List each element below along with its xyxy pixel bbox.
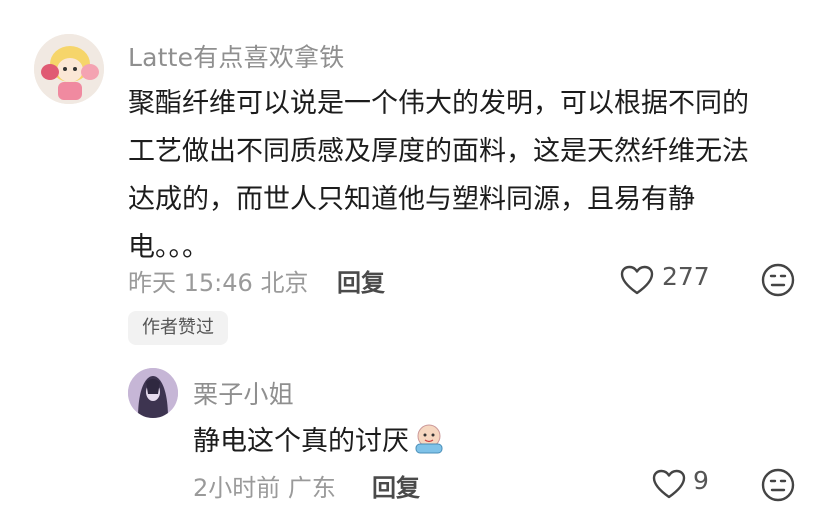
reply-reply-button[interactable]: 回复 — [372, 468, 420, 503]
reply-meta: 2小时前 广东 — [193, 468, 336, 503]
reply-location: 广东 — [287, 474, 336, 502]
author-liked-badge: 作者赞过 — [128, 311, 228, 345]
reply-text: 静电这个真的讨厌 — [193, 426, 409, 457]
neutral-face-icon[interactable] — [760, 262, 796, 298]
reply-avatar[interactable] — [128, 368, 178, 418]
comment-meta: 昨天 15:46 北京 — [128, 263, 308, 298]
reply-avatar-image — [128, 368, 178, 418]
comment-username[interactable]: Latte有点喜欢拿铁 — [128, 38, 344, 74]
reply-button[interactable]: 回复 — [337, 263, 385, 298]
comment-line: 工艺做出不同质感及厚度的面料，这是天然纤维无法 — [128, 136, 749, 167]
neutral-face-icon[interactable] — [760, 467, 796, 503]
reply-username[interactable]: 栗子小姐 — [193, 375, 294, 411]
avatar-image — [34, 34, 104, 104]
like-count: 277 — [662, 262, 710, 291]
heart-outline-icon[interactable] — [619, 264, 655, 296]
reply-time: 2小时前 — [193, 474, 281, 502]
comment-body: 聚酯纤维可以说是一个伟大的发明，可以根据不同的 工艺做出不同质感及厚度的面料，这… — [128, 80, 749, 272]
comment-time: 昨天 15:46 — [128, 269, 253, 297]
reply-body: 静电这个真的讨厌 — [193, 418, 447, 466]
heart-outline-icon[interactable] — [651, 468, 687, 500]
comment-line: 聚酯纤维可以说是一个伟大的发明，可以根据不同的 — [128, 88, 749, 119]
reply-like-count: 9 — [693, 466, 709, 495]
comment-location: 北京 — [260, 269, 309, 297]
crying-face-emoji — [411, 420, 447, 456]
avatar[interactable] — [34, 34, 104, 104]
comment-line: 达成的，而世人只知道他与塑料同源，且易有静 — [128, 184, 695, 215]
